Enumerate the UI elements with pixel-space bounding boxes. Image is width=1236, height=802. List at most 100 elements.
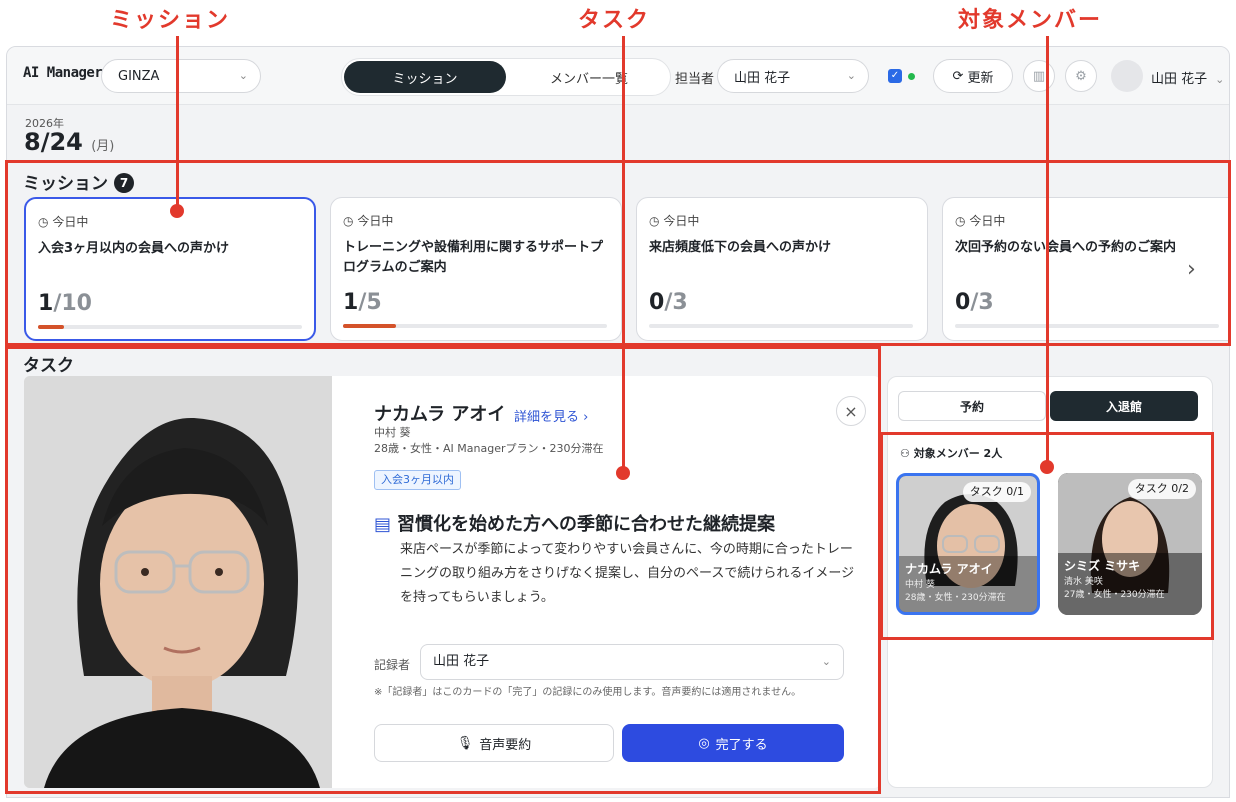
mission-card-1[interactable]: ◷ 今日中 トレーニングや設備利用に関するサポートプログラムのご案内 1/5	[330, 197, 622, 341]
chevron-down-icon: ⌄	[846, 69, 856, 82]
user-menu[interactable]: 山田 花子 ⌄	[1151, 68, 1224, 87]
mission-title: 次回予約のない会員への予約のご案内	[955, 240, 1177, 255]
store-select[interactable]: GINZA ⌄	[101, 59, 261, 93]
mission-progress-text: 0/3	[649, 290, 688, 315]
due-text: 今日中	[357, 214, 394, 228]
chevron-right-icon[interactable]: ›	[1187, 257, 1196, 282]
user-name: 山田 花子	[1151, 72, 1208, 87]
due-text: 今日中	[969, 214, 1006, 228]
check-circle-icon: ◎	[698, 735, 710, 751]
progress-fill	[38, 325, 65, 329]
member-card-kanji: 中村 葵	[905, 580, 935, 590]
proposal-body: 来店ペースが季節によって変わりやすい会員さんに、今の時期に合ったトレーニングの取…	[400, 542, 855, 605]
voice-summary-label: 音声要約	[479, 737, 532, 753]
progress-bar	[649, 324, 913, 328]
proposal-title-text: 習慣化を始めた方への季節に合わせた継続提案	[397, 514, 776, 535]
store-select-value: GINZA	[118, 68, 160, 84]
progress-total: /3	[970, 290, 994, 315]
tab-checkin[interactable]: 入退館	[1050, 391, 1198, 421]
chevron-right-icon: ›	[583, 410, 589, 425]
task-count-badge: タスク 0/2	[1127, 479, 1196, 499]
member-kanji: 中村 葵	[374, 426, 411, 439]
chevron-down-icon: ⌄	[238, 69, 248, 82]
callout-dot-mission	[170, 204, 184, 218]
mission-card-2[interactable]: ◷ 今日中 来店頻度低下の会員への声かけ 0/3	[636, 197, 928, 341]
progress-total: /5	[358, 290, 382, 315]
due-label: ◷ 今日中	[649, 212, 699, 229]
online-status-dot	[908, 73, 915, 80]
callout-line-mission	[176, 36, 179, 212]
tab-mission[interactable]: ミッション	[344, 61, 506, 93]
recorder-select[interactable]: 山田 花子 ⌄	[420, 644, 844, 680]
member-card-meta: 27歳・女性・230分滞在	[1064, 590, 1165, 600]
mission-title: トレーニングや設備利用に関するサポートプログラムのご案内	[343, 240, 604, 275]
assignee-select[interactable]: 山田 花子 ⌄	[717, 59, 869, 93]
callout-line-task	[622, 36, 625, 476]
progress-done: 1	[343, 290, 359, 315]
tab-reservation[interactable]: 予約	[898, 391, 1046, 421]
member-name: ナカムラ アオイ	[374, 404, 506, 425]
clock-icon: ◷	[38, 215, 49, 229]
mission-progress-text: 1/5	[343, 290, 382, 315]
proposal-title: ▤ 習慣化を始めた方への季節に合わせた継続提案	[374, 510, 775, 536]
segment-tag: 入会3ヶ月以内	[374, 470, 461, 490]
date-day-value: 8/24	[24, 128, 83, 156]
chevron-down-icon: ⌄	[1215, 73, 1225, 86]
member-card-0[interactable]: タスク 0/1 ナカムラ アオイ 中村 葵 28歳・女性・230分滞在	[896, 473, 1040, 615]
assignee-label: 担当者	[675, 72, 715, 87]
due-label: ◷ 今日中	[343, 212, 393, 229]
brand-logo: AI Manager	[23, 65, 103, 81]
member-card-name: ナカムラ アオイ	[905, 562, 993, 576]
mission-card-0[interactable]: ◷ 今日中 入会3ヶ月以内の会員への声かけ 1/10	[24, 197, 316, 341]
chart-icon[interactable]: ▥	[1023, 60, 1055, 92]
detail-link-text: 詳細を見る	[514, 410, 580, 425]
detail-link[interactable]: 詳細を見る ›	[514, 406, 588, 425]
assignee-select-value: 山田 花子	[734, 70, 791, 86]
member-card-kanji: 清水 美咲	[1064, 577, 1103, 587]
complete-label: 完了する	[715, 737, 768, 753]
progress-done: 0	[955, 290, 971, 315]
progress-bar	[955, 324, 1219, 328]
callout-members: 対象メンバー	[958, 8, 1103, 33]
gear-icon[interactable]: ⚙	[1065, 60, 1097, 92]
close-icon[interactable]: ×	[836, 396, 866, 426]
task-count-badge: タスク 0/1	[962, 482, 1031, 502]
person-icon: ⚇	[900, 447, 910, 460]
voice-summary-button[interactable]: 🎙 音声要約	[374, 724, 614, 762]
clock-icon: ◷	[955, 214, 966, 228]
member-card-1[interactable]: タスク 0/2 シミズ ミサキ 清水 美咲 27歳・女性・230分滞在	[1058, 473, 1202, 615]
mission-progress-text: 0/3	[955, 290, 994, 315]
microphone-icon: 🎙	[456, 735, 474, 751]
member-meta: 28歳・女性・AI Managerプラン・230分滞在	[374, 442, 604, 455]
tab-member-list[interactable]: メンバー一覧	[514, 61, 664, 93]
progress-done: 0	[649, 290, 665, 315]
progress-total: /3	[664, 290, 688, 315]
task-section-title: タスク	[23, 356, 74, 376]
date-day: 8/24 (月)	[24, 128, 114, 156]
avatar[interactable]	[1111, 60, 1143, 92]
status-checkbox[interactable]: ✓	[888, 69, 902, 83]
due-label: ◷ 今日中	[38, 213, 88, 230]
target-members-title: ⚇ 対象メンバー 2人	[900, 445, 1002, 461]
progress-fill	[343, 324, 396, 328]
date-weekday: (月)	[91, 139, 115, 154]
member-panel: 予約 入退館 ⚇ 対象メンバー 2人 タスク 0/1 ナカムラ アオイ 中村 葵…	[887, 376, 1213, 788]
progress-total: /10	[53, 291, 92, 316]
due-text: 今日中	[663, 214, 700, 228]
due-text: 今日中	[52, 215, 89, 229]
screen: AI Manager GINZA ⌄ ミッション メンバー一覧 担当者 山田 花…	[0, 0, 1236, 802]
chevron-down-icon: ⌄	[821, 655, 831, 668]
callout-dot-members	[1040, 460, 1054, 474]
mission-section-title: ミッション 7	[23, 169, 134, 194]
document-icon: ▤	[374, 514, 392, 535]
recorder-label: 記録者	[374, 658, 411, 672]
callout-task: タスク	[578, 8, 651, 33]
refresh-icon: ⟳	[952, 68, 964, 84]
mission-title: 入会3ヶ月以内の会員への声かけ	[38, 241, 230, 256]
complete-button[interactable]: ◎ 完了する	[622, 724, 844, 762]
member-card-meta: 28歳・女性・230分滞在	[905, 593, 1006, 603]
refresh-button[interactable]: ⟳ 更新	[933, 59, 1013, 93]
member-photo	[24, 376, 332, 788]
callout-dot-task	[616, 466, 630, 480]
recorder-note: ※「記録者」はこのカードの「完了」の記録にのみ使用します。音声要約には適用されま…	[374, 687, 802, 698]
